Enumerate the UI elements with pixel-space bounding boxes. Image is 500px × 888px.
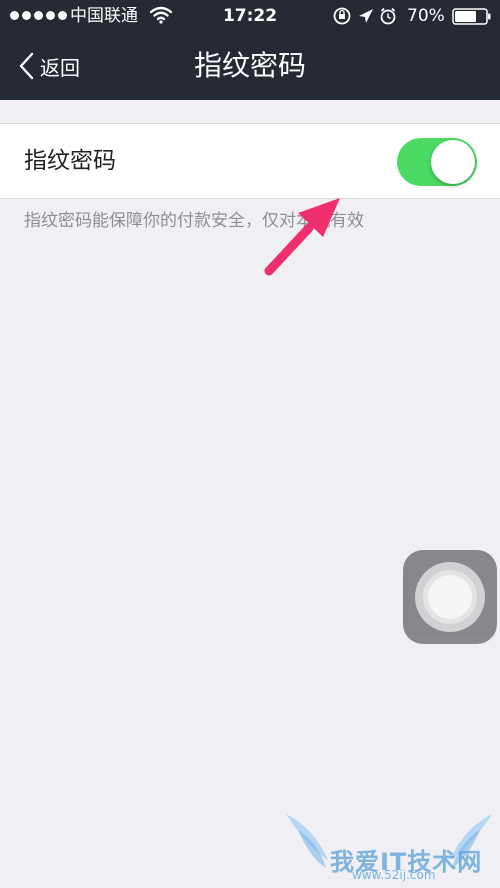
fingerprint-note: 指纹密码能保障你的付款安全，仅对本机有效: [24, 211, 364, 231]
navigation-header: 中国联通 17:22 70% 返回 指纹密码: [0, 0, 500, 100]
toggle-knob: [431, 140, 475, 184]
status-icons: [333, 7, 396, 25]
watermark-url: www.52ij.com: [352, 868, 436, 882]
assistive-touch-button[interactable]: [403, 550, 497, 644]
assistive-touch-icon: [415, 562, 485, 632]
orientation-lock-icon: [333, 7, 351, 25]
battery-percent: 70%: [407, 6, 445, 26]
alarm-icon: [380, 7, 396, 25]
location-icon: [359, 9, 373, 23]
page-title: 指纹密码: [193, 49, 306, 82]
battery-icon: [452, 8, 491, 25]
fingerprint-setting-label: 指纹密码: [24, 148, 116, 174]
fingerprint-setting-row: 指纹密码: [0, 123, 500, 199]
fingerprint-toggle-switch[interactable]: [397, 138, 477, 186]
status-bar: 中国联通 17:22 70%: [0, 0, 500, 34]
